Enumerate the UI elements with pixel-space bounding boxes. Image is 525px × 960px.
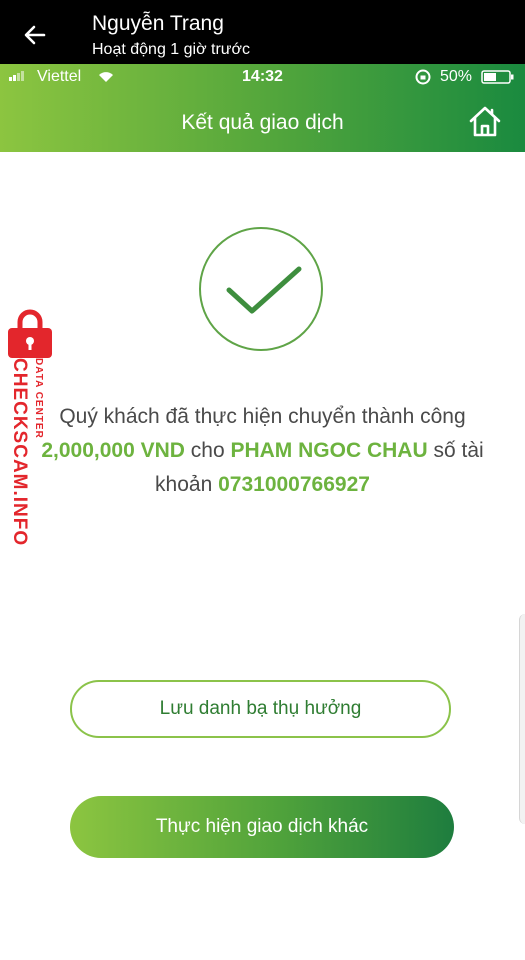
lock-icon — [8, 309, 52, 358]
battery-percentage: 50% — [440, 68, 473, 85]
result-message: Quý khách đã thực hiện chuyển thành công… — [40, 400, 485, 502]
save-beneficiary-label: Lưu danh bạ thụ hưởng — [159, 698, 362, 719]
message-text: Quý khách đã thực hiện chuyển thành công — [59, 405, 466, 428]
phone-status-bar: Viettel 14:32 50% — [0, 64, 525, 90]
save-beneficiary-button[interactable]: Lưu danh bạ thụ hưởng — [70, 680, 451, 738]
new-transaction-button[interactable]: Thực hiện giao dịch khác — [70, 796, 454, 858]
new-transaction-label: Thực hiện giao dịch khác — [155, 816, 369, 837]
screen-title: Kết quả giao dịch — [181, 111, 344, 134]
messenger-header: Nguyễn Trang Hoạt động 1 giờ trước — [0, 0, 525, 64]
edge-panel-handle[interactable] — [519, 614, 525, 824]
app-header: Viettel 14:32 50% Kết quả giao dịch — [0, 64, 525, 152]
message-text: cho — [184, 439, 231, 462]
battery-icon — [481, 70, 514, 84]
account-number: 0731000766927 — [218, 473, 370, 496]
arrow-left-icon — [24, 25, 46, 45]
transfer-amount: 2,000,000 VND — [41, 439, 185, 462]
home-icon — [469, 106, 501, 137]
recipient-name: PHAM NGOC CHAU — [230, 439, 428, 462]
contact-status: Hoạt động 1 giờ trước — [92, 41, 250, 58]
home-button[interactable] — [467, 104, 503, 140]
check-circle-icon — [199, 227, 323, 351]
watermark-subtext: DATA CENTER — [33, 358, 44, 439]
contact-name[interactable]: Nguyễn Trang — [92, 12, 224, 36]
watermark-text: CHECKSCAM.INFO — [9, 358, 30, 547]
rotation-lock-icon — [415, 69, 431, 85]
back-button[interactable] — [18, 18, 52, 52]
